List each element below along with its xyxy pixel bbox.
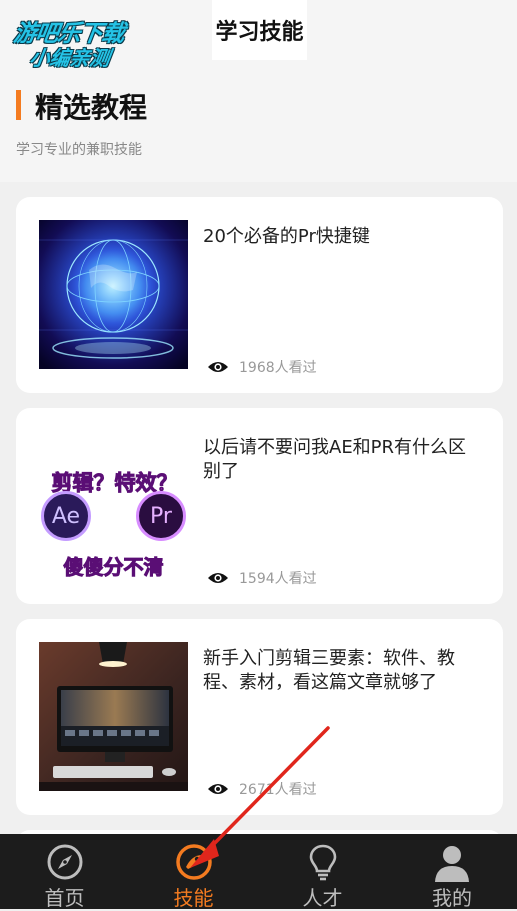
bottom-tab-bar: 首页 技能 人才 我的 — [0, 834, 517, 910]
header: 游吧乐下载 小编亲测 学习技能 精选教程 学习专业的兼职技能 — [0, 0, 517, 182]
studio-thumbnail — [39, 642, 188, 791]
watermark-line2: 小编亲测 — [28, 46, 112, 70]
tab-label: 首页 — [44, 886, 85, 910]
section-accent-bar — [16, 90, 21, 120]
view-count-text: 2671人看过 — [239, 782, 317, 798]
compass-icon — [47, 844, 82, 880]
eye-icon — [208, 784, 228, 794]
watermark-logo: 游吧乐下载 小编亲测 — [8, 10, 148, 70]
page-title: 学习技能 — [215, 20, 304, 45]
tab-talent[interactable]: 人才 — [258, 834, 387, 910]
tab-label: 我的 — [432, 886, 472, 910]
section-subtitle: 学习专业的兼职技能 — [16, 142, 142, 158]
view-count: 1594人看过 — [207, 568, 317, 588]
card-title: 20个必备的Pr快捷键 — [203, 226, 370, 247]
tab-skills[interactable]: 技能 — [129, 834, 258, 910]
tab-label: 人才 — [302, 886, 343, 910]
tab-label: 技能 — [173, 886, 214, 910]
page-title-box: 学习技能 — [212, 0, 307, 60]
view-count-text: 1968人看过 — [239, 360, 317, 376]
globe-thumbnail — [39, 220, 188, 369]
eye-icon — [208, 362, 228, 372]
tutorial-card[interactable]: 20个必备的Pr快捷键 1968人看过 — [16, 197, 503, 393]
lightbulb-icon — [309, 844, 336, 881]
eye-icon — [208, 573, 228, 583]
view-count-text: 1594人看过 — [239, 571, 317, 587]
tab-home[interactable]: 首页 — [0, 834, 129, 910]
ae-logo: Ae — [41, 491, 91, 541]
person-icon — [435, 846, 469, 882]
section-title: 精选教程 — [35, 91, 148, 124]
skill-icon — [175, 844, 212, 880]
tab-mine[interactable]: 我的 — [387, 834, 517, 910]
pr-logo: Pr — [136, 491, 186, 541]
ae-pr-thumbnail: 剪辑？特效？ Ae Pr 傻傻分不清 — [39, 431, 188, 580]
tutorial-card[interactable]: 新手入门剪辑三要素：软件、教程、素材，看这篇文章就够了 2671人看过 — [16, 619, 503, 815]
view-count: 2671人看过 — [207, 779, 317, 799]
view-count: 1968人看过 — [207, 357, 317, 377]
card-title: 新手入门剪辑三要素：软件、教程、素材，看这篇文章就够了 — [203, 648, 455, 693]
thumb-bottom-text: 傻傻分不清 — [63, 555, 164, 580]
card-title: 以后请不要问我AE和PR有什么区别了 — [203, 437, 467, 482]
tutorial-card[interactable]: 剪辑？特效？ Ae Pr 傻傻分不清 以后请不要问我AE和PR有什么区别了 15… — [16, 408, 503, 604]
